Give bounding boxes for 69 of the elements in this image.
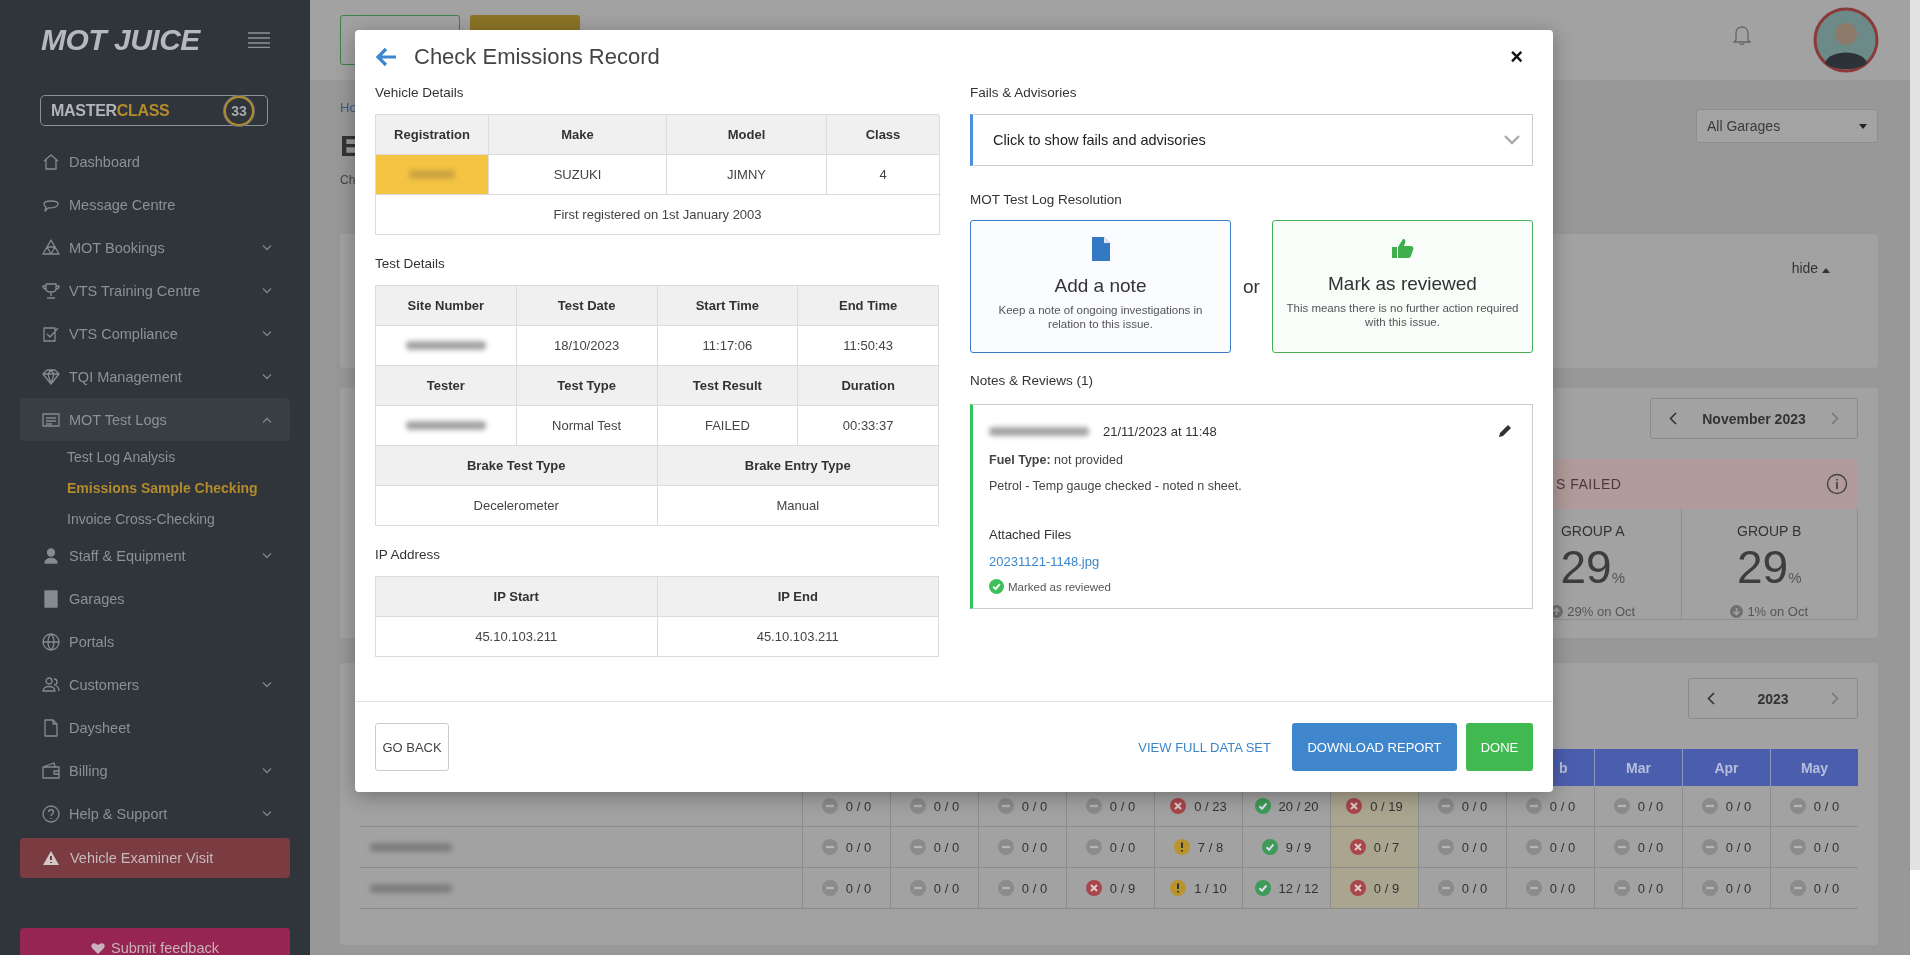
column-header: IP End [657,577,939,617]
note-timestamp: 21/11/2023 at 11:48 [1103,423,1217,439]
table-cell: 0 / 0 [1682,786,1770,826]
column-header: Model [667,115,827,155]
column-header: Make [489,115,667,155]
table-cell: 45.10.103.211 [376,617,658,657]
column-header: Class [827,115,940,155]
attached-files-label: Attached Files [989,527,1073,542]
group-stat: GROUP B 29% 1% on Oct [1680,509,1857,619]
table-cell: 0 / 0 [1770,827,1858,867]
month-header: Mar [1594,749,1682,786]
column-header: IP Start [376,577,658,617]
table-cell: Manual [657,486,939,526]
table-cell: 0 / 0 [1682,827,1770,867]
table-cell: 45.10.103.211 [657,617,939,657]
table-cell: 0 / 0 [1770,786,1858,826]
table-cell: 0 / 0 [1418,868,1506,908]
table-cell: 0 / 0 [978,868,1066,908]
month-header: May [1770,749,1858,786]
table-cell: 0 / 0 [1770,868,1858,908]
table-cell: 0 / 9 [1066,868,1154,908]
table-cell: 0 / 0 [802,868,890,908]
table-cell: 0 / 0 [1682,868,1770,908]
month-header: Apr [1682,749,1770,786]
logo: MOT JUICE [41,23,200,57]
badge-count: 33 [224,95,254,126]
table-cell: 1 / 10 [1154,868,1242,908]
review-status: Marked as reviewed [1008,580,1111,593]
page-subtitle: Ch [340,173,357,187]
table-cell: 7 / 8 [1154,827,1242,867]
note-text: Petrol - Temp gauge checked - noted n sheet. [989,479,1243,493]
section-label: MOT Test Log Resolution [970,191,1123,209]
column-header: Brake Entry Type [657,446,939,486]
table-cell: 0 / 0 [802,827,890,867]
table-cell: 4 [827,155,940,195]
table-cell: Decelerometer [376,486,658,526]
column-header: Start Time [657,286,799,326]
section-label: Notes & Reviews (1) [970,372,1095,390]
table-cell: 0 / 0 [1506,827,1594,867]
column-header: Site Number [376,286,517,326]
table-cell: 0 / 0 [1506,868,1594,908]
table-cell: 0 / 7 [1330,827,1418,867]
column-header: Brake Test Type [376,446,658,486]
table-cell: JIMNY [667,155,827,195]
fuel-type-text: Fuel Type: not provided [989,453,1124,467]
table-cell: 0 / 0 [1594,827,1682,867]
column-header: Tester [376,366,517,406]
table-cell: 0 / 0 [890,827,978,867]
table-cell: 0 / 0 [1594,868,1682,908]
separator-text: or [1243,275,1260,298]
column-header: End Time [798,286,939,326]
section-label: Vehicle Details [375,84,465,102]
section-label: IP Address [375,546,442,564]
table-cell: 0 / 0 [978,827,1066,867]
table-cell: 0 / 0 [1066,827,1154,867]
column-header: Test Date [516,286,658,326]
column-header: Duration [798,366,939,406]
column-header: Test Type [516,366,658,406]
table-cell: 0 / 0 [1594,786,1682,826]
table-cell: 0 / 0 [890,868,978,908]
modal-title: Check Emissions Record [414,44,660,70]
table-cell: 0 / 9 [1330,868,1418,908]
column-header: Registration [376,115,489,155]
section-label: Test Details [375,255,446,273]
column-header: Test Result [657,366,799,406]
section-label: Fails & Advisories [970,84,1078,102]
table-cell: SUZUKI [489,155,667,195]
table-cell: First registered on 1st January 2003 [376,195,940,235]
table-cell: 0 / 0 [1418,827,1506,867]
